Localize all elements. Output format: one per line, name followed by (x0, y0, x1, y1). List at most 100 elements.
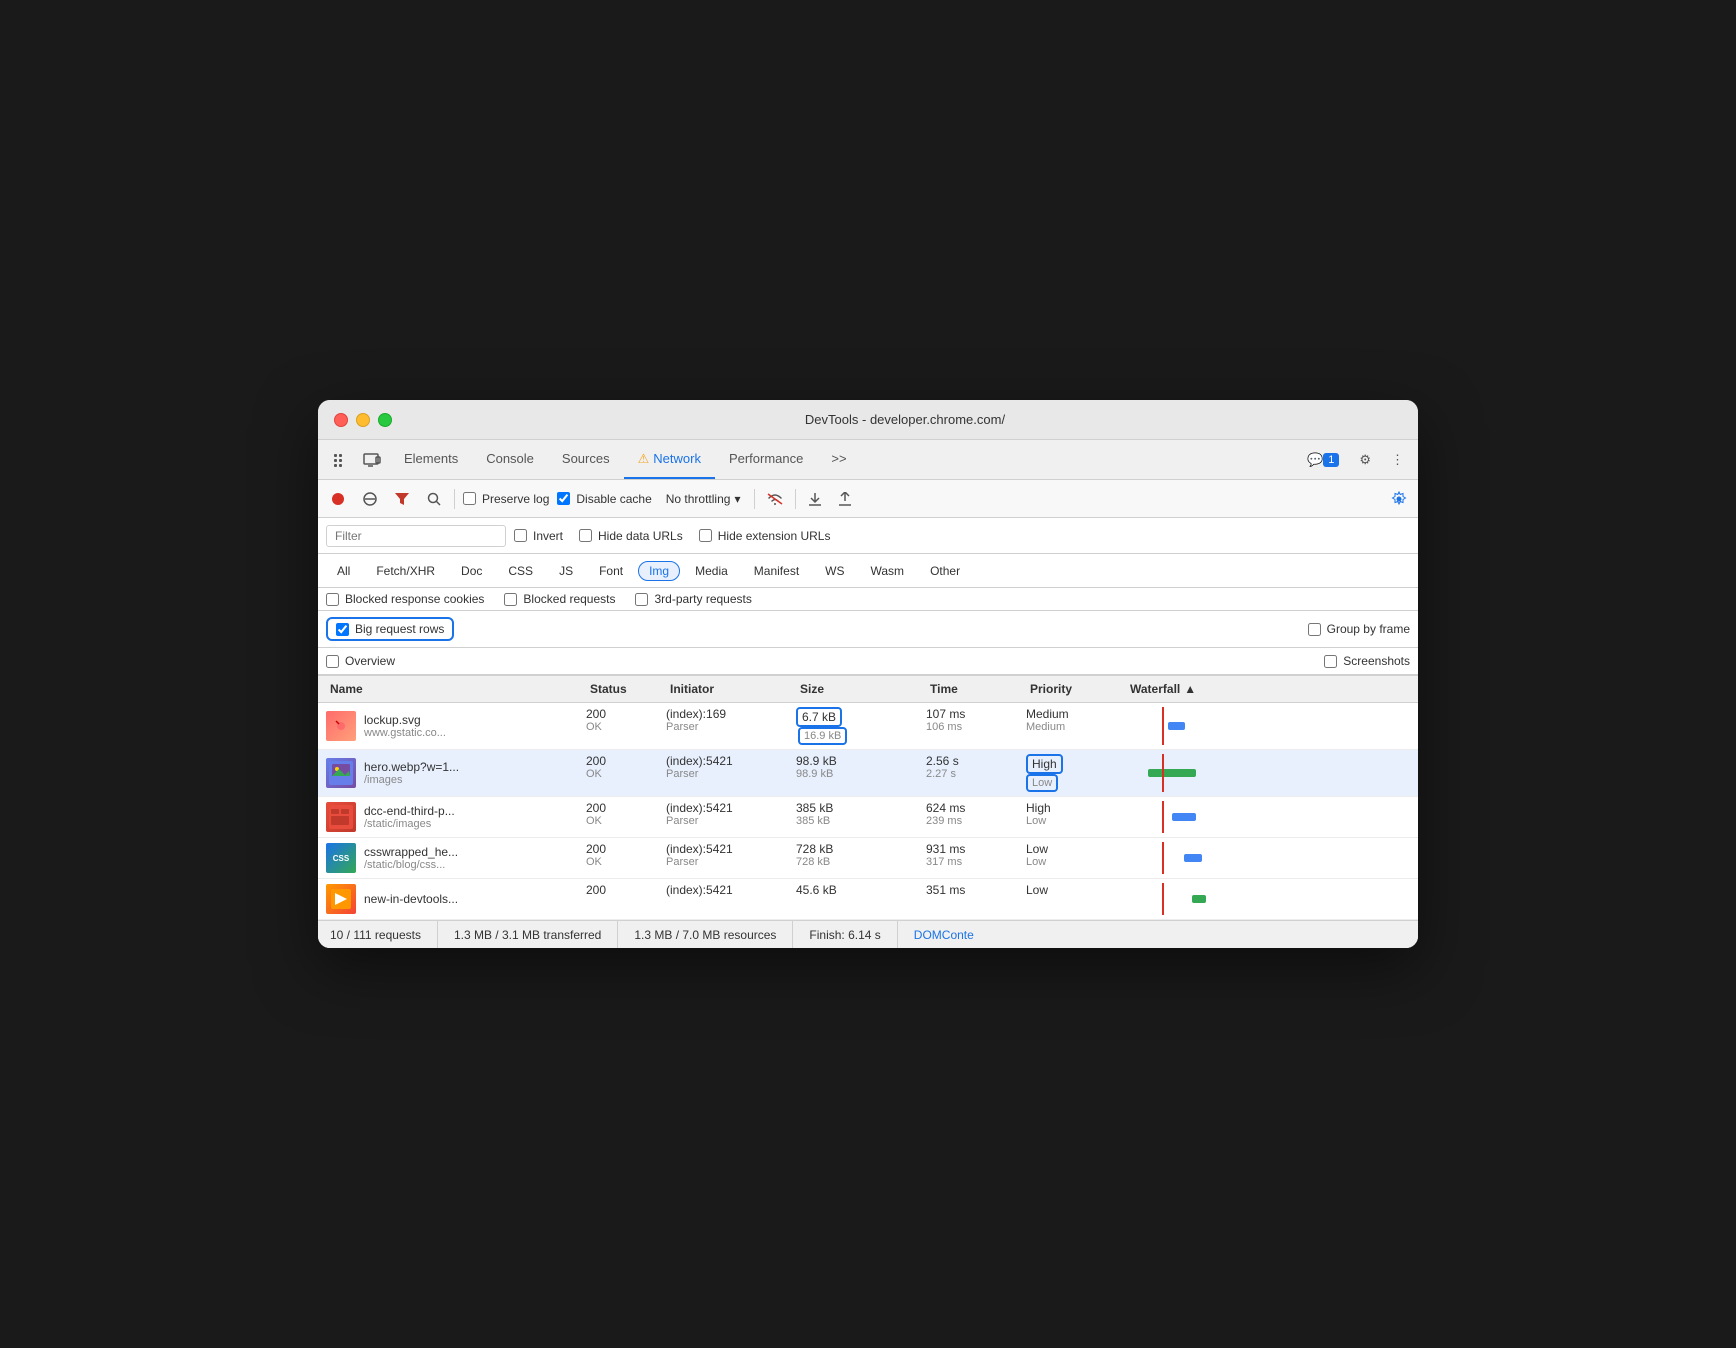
third-party-requests-checkbox[interactable] (635, 593, 648, 606)
wifi-icon[interactable] (763, 487, 787, 511)
time-cell: 931 ms 317 ms (918, 838, 1018, 878)
type-btn-other[interactable]: Other (919, 561, 971, 581)
invert-label[interactable]: Invert (514, 529, 563, 543)
hide-extension-urls-label[interactable]: Hide extension URLs (699, 529, 831, 543)
hide-data-urls-checkbox[interactable] (579, 529, 592, 542)
filter-toggle-button[interactable] (390, 487, 414, 511)
blocked-requests-label[interactable]: Blocked requests (504, 592, 615, 606)
disable-cache-checkbox[interactable] (557, 492, 570, 505)
tab-network[interactable]: ⚠ Network (624, 440, 715, 479)
comments-badge: 1 (1323, 453, 1339, 467)
type-btn-wasm[interactable]: Wasm (860, 561, 916, 581)
blocked-response-cookies-label[interactable]: Blocked response cookies (326, 592, 484, 606)
title-bar: DevTools - developer.chrome.com/ (318, 400, 1418, 440)
name-cell: lockup.svg www.gstatic.co... (318, 703, 578, 749)
comments-button[interactable]: 💬 1 (1301, 448, 1345, 472)
name-text: csswrapped_he... /static/blog/css... (364, 845, 458, 871)
minimize-button[interactable] (356, 413, 370, 427)
file-icon (326, 884, 356, 914)
invert-checkbox[interactable] (514, 529, 527, 542)
table-row[interactable]: hero.webp?w=1... /images 200 OK (index):… (318, 750, 1418, 797)
size-cell: 385 kB 385 kB (788, 797, 918, 837)
record-button[interactable] (326, 487, 350, 511)
big-request-rows-label[interactable]: Big request rows (336, 622, 444, 636)
type-btn-js[interactable]: JS (548, 561, 584, 581)
traffic-lights (334, 413, 392, 427)
table-row[interactable]: CSS csswrapped_he... /static/blog/css...… (318, 838, 1418, 879)
devtools-body: Elements Console Sources ⚠ Network Perfo… (318, 440, 1418, 948)
network-settings-button[interactable] (1388, 488, 1410, 510)
requests-count: 10 / 111 requests (330, 921, 438, 948)
initiator-cell: (index):5421 Parser (658, 838, 788, 878)
screenshots-label[interactable]: Screenshots (1324, 654, 1410, 668)
hide-extension-urls-checkbox[interactable] (699, 529, 712, 542)
big-request-rows-checkbox[interactable] (336, 623, 349, 636)
tab-more[interactable]: >> (817, 440, 860, 479)
col-waterfall[interactable]: Waterfall ▲ (1122, 676, 1384, 702)
tab-elements[interactable]: Elements (390, 440, 472, 479)
type-btn-css[interactable]: CSS (497, 561, 544, 581)
devtools-window: DevTools - developer.chrome.com/ (318, 400, 1418, 948)
export-button[interactable] (834, 488, 856, 510)
maximize-button[interactable] (378, 413, 392, 427)
clear-button[interactable] (358, 487, 382, 511)
window-title: DevTools - developer.chrome.com/ (408, 412, 1402, 427)
cursor-icon[interactable] (326, 446, 354, 474)
type-btn-doc[interactable]: Doc (450, 561, 493, 581)
type-btn-all[interactable]: All (326, 561, 361, 581)
tab-sources[interactable]: Sources (548, 440, 624, 479)
screenshots-checkbox[interactable] (1324, 655, 1337, 668)
throttle-select[interactable]: No throttling ▾ (660, 490, 747, 508)
disable-cache-label[interactable]: Disable cache (557, 492, 651, 506)
col-name: Name (322, 676, 582, 702)
status-cell: 200 OK (578, 750, 658, 796)
third-party-requests-label[interactable]: 3rd-party requests (635, 592, 751, 606)
type-btn-manifest[interactable]: Manifest (743, 561, 810, 581)
col-priority: Priority (1022, 676, 1122, 702)
size-cell: 6.7 kB 16.9 kB (788, 703, 918, 749)
network-table: Name Status Initiator Size Time Priority… (318, 676, 1418, 920)
blocked-requests-checkbox[interactable] (504, 593, 517, 606)
type-btn-ws[interactable]: WS (814, 561, 855, 581)
name-text: new-in-devtools... (364, 892, 458, 906)
table-header: Name Status Initiator Size Time Priority… (318, 676, 1418, 703)
blocked-requests-row: Blocked response cookies Blocked request… (318, 588, 1418, 611)
hide-data-urls-label[interactable]: Hide data URLs (579, 529, 683, 543)
responsive-icon[interactable] (358, 446, 386, 474)
import-button[interactable] (804, 488, 826, 510)
type-btn-font[interactable]: Font (588, 561, 634, 581)
preserve-log-label[interactable]: Preserve log (463, 492, 549, 506)
tab-console[interactable]: Console (472, 440, 548, 479)
transferred-size: 1.3 MB / 3.1 MB transferred (438, 921, 618, 948)
more-nav-button[interactable]: ⋮ (1385, 448, 1410, 472)
settings-nav-button[interactable]: ⚙ (1353, 448, 1377, 472)
search-button[interactable] (422, 487, 446, 511)
big-request-rows-row: Big request rows Group by frame (318, 611, 1418, 648)
blocked-response-cookies-checkbox[interactable] (326, 593, 339, 606)
group-by-frame-label[interactable]: Group by frame (1308, 622, 1410, 636)
sort-arrow-icon: ▲ (1184, 682, 1196, 696)
size-highlight: 6.7 kB (796, 707, 842, 727)
type-btn-img[interactable]: Img (638, 561, 680, 581)
priority-highlight-high: High (1026, 754, 1063, 774)
close-button[interactable] (334, 413, 348, 427)
overview-checkbox[interactable] (326, 655, 339, 668)
type-btn-media[interactable]: Media (684, 561, 739, 581)
toolbar-separator-2 (754, 489, 755, 509)
time-cell: 624 ms 239 ms (918, 797, 1018, 837)
table-row[interactable]: lockup.svg www.gstatic.co... 200 OK (ind… (318, 703, 1418, 750)
preserve-log-checkbox[interactable] (463, 492, 476, 505)
table-row[interactable]: dcc-end-third-p... /static/images 200 OK… (318, 797, 1418, 838)
initiator-cell: (index):5421 (658, 879, 788, 919)
table-row[interactable]: new-in-devtools... 200 (index):5421 (318, 879, 1418, 920)
col-time: Time (922, 676, 1022, 702)
status-cell: 200 OK (578, 703, 658, 749)
group-by-frame-checkbox[interactable] (1308, 623, 1321, 636)
name-text: hero.webp?w=1... /images (364, 760, 459, 786)
overview-label[interactable]: Overview (326, 654, 395, 668)
tab-performance[interactable]: Performance (715, 440, 817, 479)
type-btn-fetch-xhr[interactable]: Fetch/XHR (365, 561, 446, 581)
size-cell: 728 kB 728 kB (788, 838, 918, 878)
priority-cell: Low Low (1018, 838, 1118, 878)
filter-input[interactable] (326, 525, 506, 547)
